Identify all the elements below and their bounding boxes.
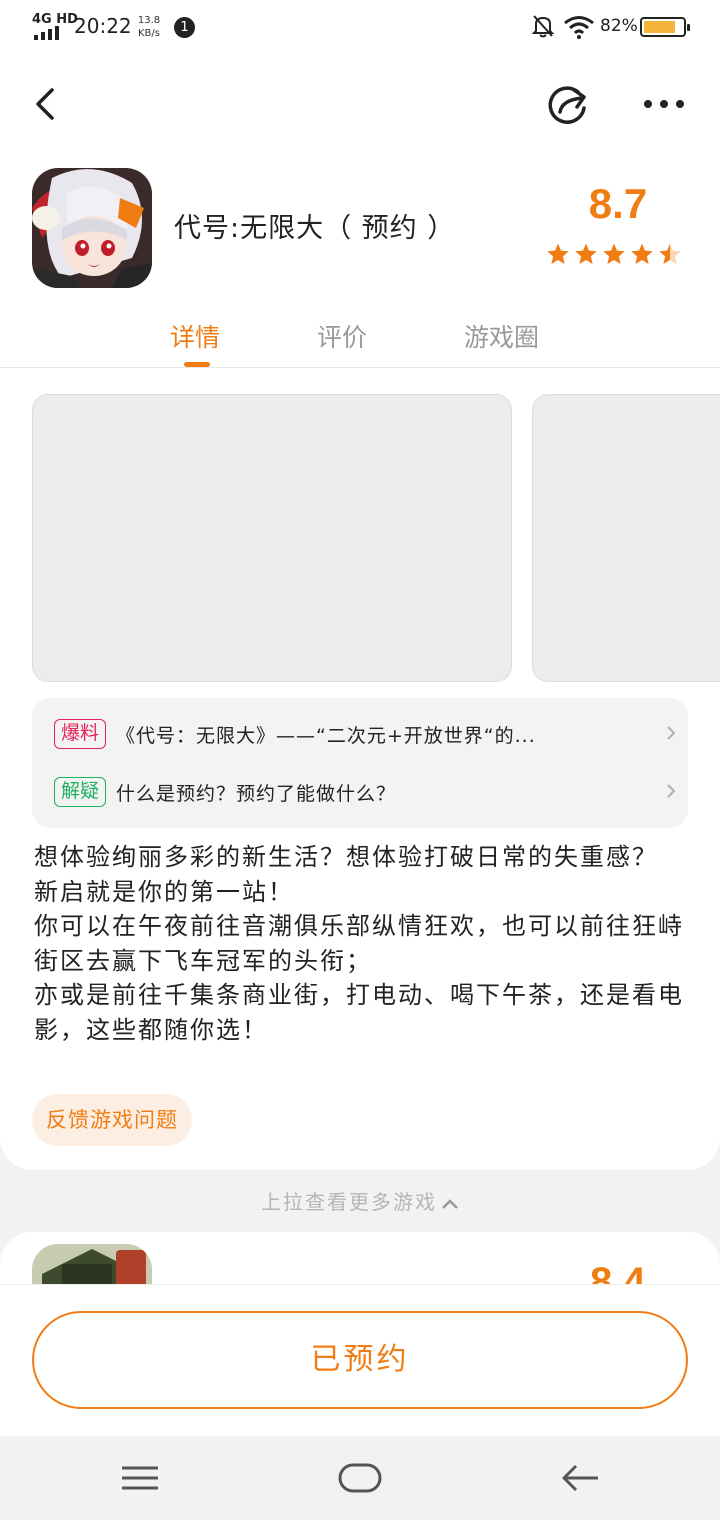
news-title: 什么是预约？预约了能做什么？	[116, 782, 397, 805]
news-box: 爆料 《代号：无限大》——“二次元+开放世界“的... 解疑 什么是预约？预约了…	[32, 698, 688, 828]
screenshot-placeholder[interactable]	[32, 394, 512, 682]
network-indicator: 4G HD	[32, 12, 78, 27]
app-rating: 8.7	[588, 180, 648, 227]
home-icon[interactable]	[338, 1462, 382, 1494]
star-icon	[659, 243, 681, 264]
screenshot-placeholder[interactable]	[532, 394, 720, 682]
feedback-button[interactable]: 反馈游戏问题	[32, 1094, 192, 1146]
app-header: 代号:无限大（ 预约 ） 8.7 详情 评价 游戏圈	[0, 56, 720, 368]
network-speed-unit: KB/s	[138, 28, 160, 39]
news-tag: 爆料	[54, 719, 107, 749]
star-icon	[575, 243, 597, 264]
tab-reviews[interactable]: 评价	[317, 318, 367, 354]
star-icon	[547, 243, 569, 264]
chevron-right-icon	[667, 784, 676, 798]
news-tag: 解疑	[54, 777, 107, 807]
rating-stars	[546, 242, 682, 266]
description-paragraph: 亦或是前往千集条商业街，打电动、喝下午茶，还是看电影，这些都随你选！	[34, 981, 684, 1044]
network-speed: 13.8 KB/s	[134, 14, 164, 40]
description-paragraph: 想体验绚丽多彩的新生活？想体验打破日常的失重感？	[34, 843, 658, 871]
status-bar: 4G HD 20:22 13.8 KB/s 1 82%	[0, 0, 720, 56]
chevron-up-icon	[442, 1198, 458, 1209]
description-paragraph: 新启就是你的第一站！	[34, 877, 294, 906]
action-bar: 已预约	[0, 1284, 720, 1436]
app-name: 代号:无限大（ 预约 ）	[174, 213, 456, 244]
pull-more-label: 上拉查看更多游戏	[261, 1190, 437, 1214]
pull-more-hint[interactable]: 上拉查看更多游戏	[0, 1186, 720, 1215]
back-arrow-icon[interactable]	[28, 84, 68, 124]
network-speed-value: 13.8	[137, 15, 161, 26]
tab-game-circle[interactable]: 游戏圈	[464, 318, 539, 354]
chevron-right-icon	[667, 726, 676, 740]
battery-percent: 82%	[600, 16, 638, 36]
bell-off-icon	[532, 15, 554, 38]
reserved-button[interactable]: 已预约	[32, 1311, 688, 1409]
share-icon[interactable]	[544, 82, 592, 130]
wifi-icon	[564, 16, 594, 39]
menu-icon[interactable]	[120, 1464, 160, 1492]
signal-icon	[34, 26, 59, 40]
battery-icon	[640, 17, 690, 37]
app-icon[interactable]	[32, 168, 152, 288]
details-panel: 爆料 《代号：无限大》——“二次元+开放世界“的... 解疑 什么是预约？预约了…	[0, 368, 720, 1170]
notification-badge: 1	[174, 17, 195, 38]
system-nav-bar	[0, 1436, 720, 1520]
more-icon[interactable]	[640, 86, 688, 122]
news-item[interactable]: 解疑 什么是预约？预约了能做什么？	[54, 774, 676, 810]
game-description: 想体验绚丽多彩的新生活？想体验打破日常的失重感？ 新启就是你的第一站！ 你可以在…	[34, 840, 684, 1072]
description-paragraph: 你可以在午夜前往音潮俱乐部纵情狂欢，也可以前往狂峙街区去赢下飞车冠军的头衔；	[34, 912, 684, 975]
star-icon	[603, 243, 625, 264]
news-title: 《代号：无限大》——“二次元+开放世界“的...	[116, 724, 536, 747]
tab-details[interactable]: 详情	[170, 318, 220, 354]
news-item[interactable]: 爆料 《代号：无限大》——“二次元+开放世界“的...	[54, 716, 676, 752]
nav-back-icon[interactable]	[560, 1462, 600, 1494]
clock: 20:22	[74, 14, 132, 38]
star-icon	[631, 243, 653, 264]
app-icon-artwork	[32, 168, 152, 288]
battery-fill	[644, 21, 676, 33]
tab-bar: 详情 评价 游戏圈	[0, 318, 720, 368]
